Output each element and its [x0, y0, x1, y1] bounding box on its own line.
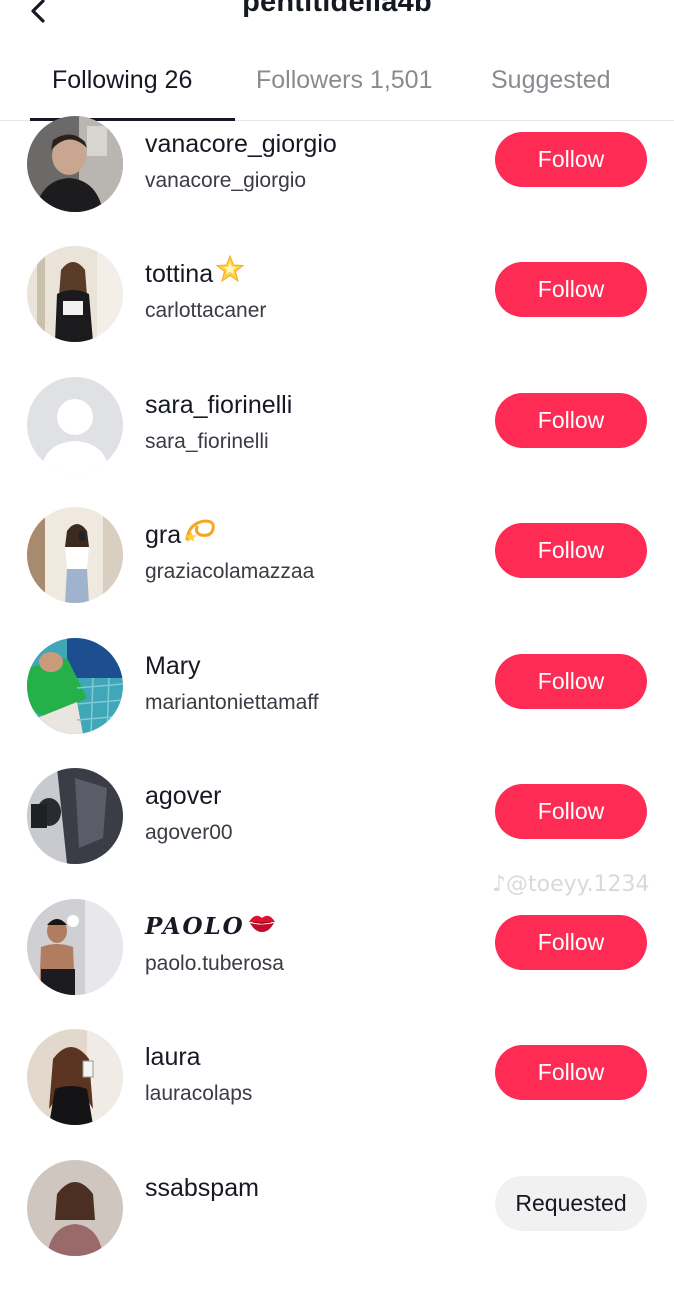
user-display-name: agover	[145, 782, 222, 810]
avatar[interactable]	[27, 1029, 123, 1125]
tab-suggested[interactable]: Suggested	[491, 66, 611, 95]
user-display-name: Mary	[145, 652, 201, 680]
user-handle: graziacolamazzaa	[145, 560, 315, 583]
follow-button[interactable]: Follow	[495, 915, 647, 970]
user-display-name: ssabspam	[145, 1174, 259, 1202]
avatar[interactable]	[27, 768, 123, 864]
avatar[interactable]	[27, 246, 123, 342]
follow-button[interactable]: Follow	[495, 1045, 647, 1100]
list-item[interactable]: gra graziacolamazzaa Follow	[0, 507, 674, 637]
list-item[interactable]: Mary mariantoniettamaff Follow	[0, 638, 674, 768]
list-item[interactable]: tottina carlottacaner Follow	[0, 246, 674, 376]
page-title: pentitidella4b	[242, 0, 432, 18]
follow-button[interactable]: Follow	[495, 784, 647, 839]
list-item[interactable]: vanacore_giorgio vanacore_giorgio Follow	[0, 116, 674, 246]
glowing-star-icon	[215, 254, 245, 291]
user-handle: agover00	[145, 821, 233, 844]
avatar[interactable]	[27, 1160, 123, 1256]
follow-button[interactable]: Follow	[495, 393, 647, 448]
user-display-name-row: gra	[145, 519, 217, 552]
tab-following[interactable]: Following 26	[52, 66, 192, 95]
user-display-name: gra	[145, 521, 182, 550]
user-display-name: laura	[145, 1043, 201, 1071]
list-item[interactable]: laura lauracolaps Follow	[0, 1029, 674, 1159]
user-display-name: sara_fiorinelli	[145, 391, 293, 419]
tab-bar: Following 26 Followers 1,501 Suggested	[0, 54, 674, 121]
list-item[interactable]: ssabspam Requested	[0, 1160, 674, 1290]
user-handle: lauracolaps	[145, 1082, 253, 1105]
tab-followers[interactable]: Followers 1,501	[256, 66, 432, 95]
follow-button[interactable]: Follow	[495, 523, 647, 578]
avatar[interactable]	[27, 116, 123, 212]
avatar[interactable]	[27, 507, 123, 603]
user-display-name: tottina	[145, 260, 214, 289]
user-display-name: PAOLO	[145, 913, 245, 940]
header-bar: pentitidella4b	[0, 0, 674, 40]
user-handle: vanacore_giorgio	[145, 169, 307, 192]
avatar[interactable]	[27, 899, 123, 995]
kiss-mark-icon	[247, 910, 277, 940]
list-item[interactable]: PAOLO paolo.tuberosa Follow	[0, 899, 674, 1029]
follow-button[interactable]: Follow	[495, 132, 647, 187]
dizzy-icon	[183, 515, 217, 552]
requested-button[interactable]: Requested	[495, 1176, 647, 1231]
user-handle: carlottacaner	[145, 299, 267, 322]
user-handle: mariantoniettamaff	[145, 691, 319, 714]
follow-button[interactable]: Follow	[495, 262, 647, 317]
user-display-name-row: PAOLO	[145, 913, 277, 940]
avatar[interactable]	[27, 638, 123, 734]
watermark-text: ♪@toeyy.1234	[492, 872, 650, 897]
follow-button[interactable]: Follow	[495, 654, 647, 709]
user-display-name-row: tottina	[145, 254, 245, 291]
user-handle: paolo.tuberosa	[145, 952, 284, 975]
default-avatar[interactable]	[27, 377, 123, 473]
user-handle: sara_fiorinelli	[145, 430, 269, 453]
list-item[interactable]: sara_fiorinelli sara_fiorinelli Follow	[0, 377, 674, 507]
user-display-name: vanacore_giorgio	[145, 130, 337, 158]
